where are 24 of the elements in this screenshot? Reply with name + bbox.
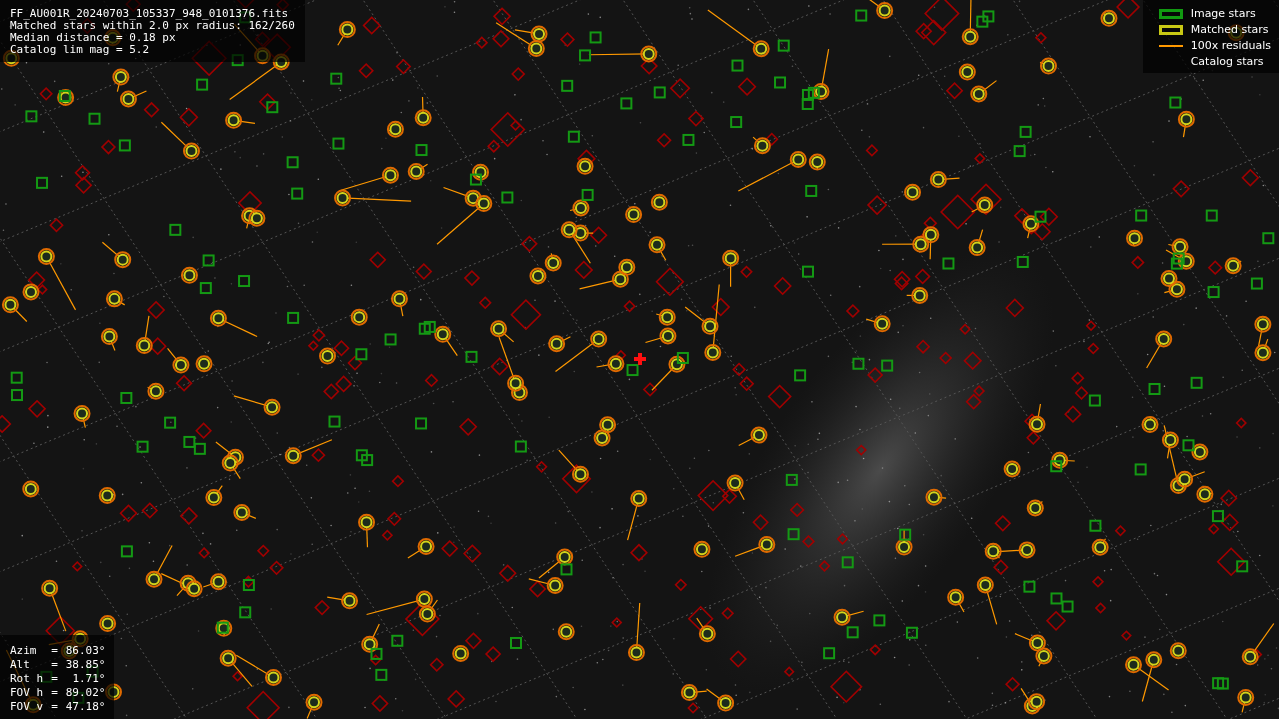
info-line: Catalog lim mag = 5.2 xyxy=(10,44,151,56)
equals-sign: = xyxy=(51,645,58,657)
legend-label: Matched stars xyxy=(1190,23,1269,36)
center-cross-icon xyxy=(634,353,646,365)
pointing-value: 86.03° xyxy=(65,645,106,657)
info-line: Median distance = 0.18 px xyxy=(10,32,177,44)
equals-sign: = xyxy=(51,701,58,713)
info-line: Matched stars within 2.0 px radius: 162/260 xyxy=(10,20,295,32)
pointing-label: Alt xyxy=(10,659,31,671)
legend-label: 100x residuals xyxy=(1190,39,1271,52)
pointing-label: FOV v xyxy=(10,701,44,713)
pointing-label: Rot h xyxy=(10,673,44,685)
pointing-label: Azim xyxy=(10,645,38,657)
legend-label: Catalog stars xyxy=(1190,55,1264,68)
info-line: FF_AU001R_20240703_105337_948_0101376.fits xyxy=(10,8,290,20)
pointing-value: 38.85° xyxy=(65,659,106,671)
legend-label: Image stars xyxy=(1190,7,1256,20)
pointing-value: 47.18° xyxy=(65,701,106,713)
equals-sign: = xyxy=(51,659,58,671)
pointing-value: 1.71° xyxy=(71,673,106,685)
pointing-value: 89.02° xyxy=(65,687,106,699)
equals-sign: = xyxy=(51,673,58,685)
equals-sign: = xyxy=(51,687,58,699)
pointing-label: FOV h xyxy=(10,687,44,699)
